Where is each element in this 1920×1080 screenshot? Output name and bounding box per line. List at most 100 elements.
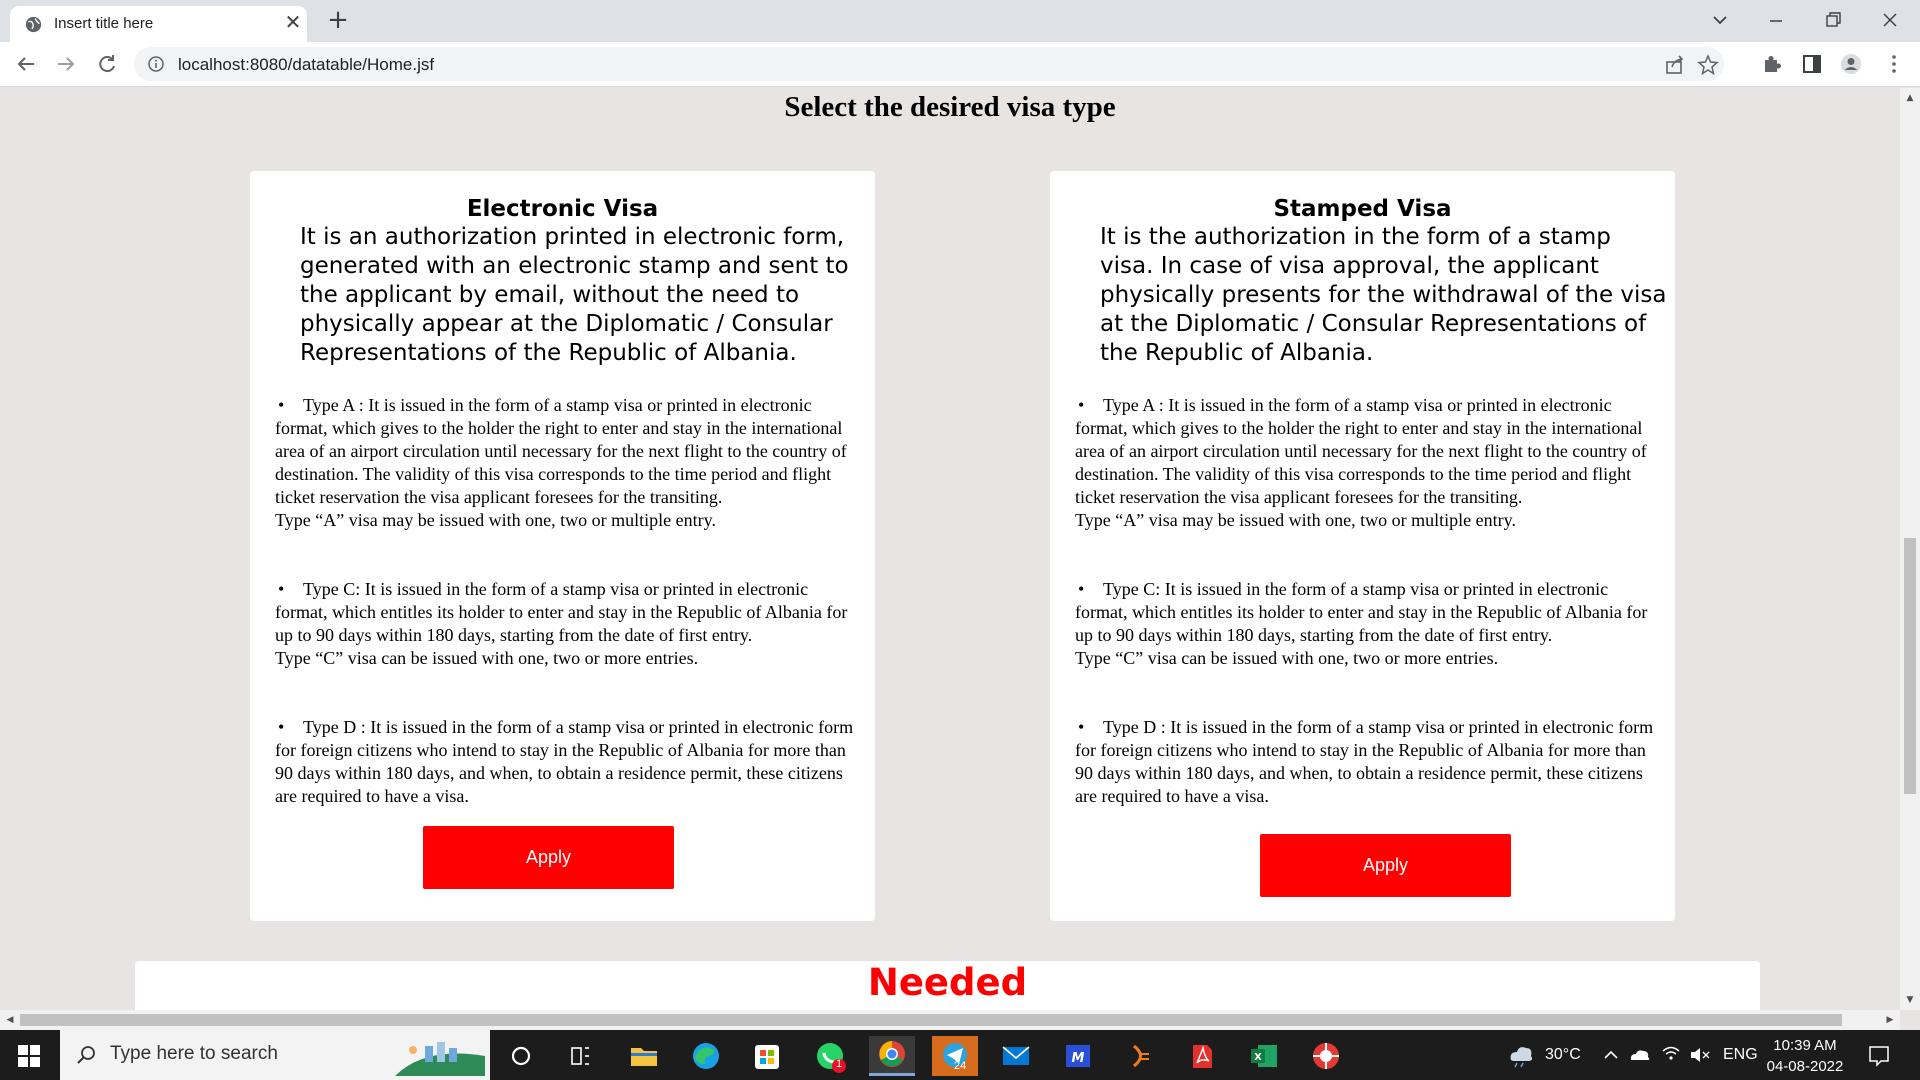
apply-stamped-visa-button[interactable]: Apply xyxy=(1260,834,1511,897)
visual-paradigm-icon[interactable]: M xyxy=(1055,1036,1101,1076)
visa-type-a-item: • Type A : It is issued in the form of a … xyxy=(1075,394,1660,532)
visa-type-text: Type A : It is issued in the form of a s… xyxy=(1075,395,1647,507)
browser-toolbar: localhost:8080/datatable/Home.jsf xyxy=(0,42,1920,87)
card-description: It is the authorization in the form of a… xyxy=(1100,224,1667,366)
visa-type-text: Type C: It is issued in the form of a st… xyxy=(275,579,848,645)
visa-type-d-item: • Type D : It is issued in the form of a … xyxy=(275,716,860,808)
stamped-visa-card: Stamped Visa It is the authorization in … xyxy=(1050,171,1675,921)
bullet-icon: • xyxy=(278,717,285,737)
scroll-right-arrow-icon[interactable]: ▶ xyxy=(1882,1010,1898,1030)
bookmark-star-icon[interactable] xyxy=(1697,54,1719,76)
search-placeholder: Type here to search xyxy=(110,1043,278,1064)
clock-date: 04-08-2022 xyxy=(1766,1058,1844,1075)
minimize-icon[interactable] xyxy=(1756,4,1796,36)
visa-type-note: Type “A” visa may be issued with one, tw… xyxy=(275,510,716,530)
wifi-icon[interactable] xyxy=(1660,1030,1682,1080)
windows-start-icon[interactable] xyxy=(18,1045,40,1067)
whatsapp-app[interactable]: 1 xyxy=(807,1036,853,1076)
mail-icon[interactable] xyxy=(993,1036,1039,1076)
whatsapp-badge: 1 xyxy=(836,1058,843,1070)
apply-electronic-visa-button[interactable]: Apply xyxy=(423,826,674,889)
electronic-visa-card: Electronic Visa It is an authorization p… xyxy=(250,171,875,921)
snipping-tool-icon[interactable] xyxy=(1303,1036,1349,1076)
profile-avatar-icon[interactable] xyxy=(1840,53,1862,75)
bullet-icon: • xyxy=(278,579,285,599)
needed-heading: Needed xyxy=(867,961,1028,1004)
bullet-icon: • xyxy=(1078,717,1085,737)
browser-tab[interactable]: Insert title here ✕ xyxy=(10,6,307,42)
reload-icon[interactable] xyxy=(91,48,123,80)
url-text[interactable]: localhost:8080/datatable/Home.jsf xyxy=(178,55,434,75)
bullet-icon: • xyxy=(278,395,285,415)
visa-type-note: Type “C” visa can be issued with one, tw… xyxy=(275,648,699,668)
temperature-text[interactable]: 30°C xyxy=(1545,1030,1581,1080)
share-icon[interactable] xyxy=(1664,54,1686,76)
visa-type-note: Type “C” visa can be issued with one, tw… xyxy=(1075,648,1499,668)
tab-strip: Insert title here ✕ + xyxy=(0,0,1920,42)
weather-cloud-icon[interactable] xyxy=(1505,1030,1535,1080)
needed-section: Needed xyxy=(135,961,1760,1010)
excel-icon[interactable]: X xyxy=(1241,1036,1287,1076)
card-title: Electronic Visa xyxy=(466,196,659,222)
horizontal-scrollbar[interactable]: ◀ ▶ xyxy=(0,1010,1900,1030)
search-icon xyxy=(77,1046,95,1064)
card-title: Stamped Visa xyxy=(1273,196,1452,222)
visa-type-text: Type C: It is issued in the form of a st… xyxy=(1075,579,1648,645)
svg-text:X: X xyxy=(1254,1052,1262,1063)
whatsapp-icon xyxy=(817,1043,846,1073)
file-explorer-icon[interactable] xyxy=(621,1036,667,1076)
info-icon[interactable] xyxy=(148,56,164,72)
eclipse-ide-icon[interactable] xyxy=(1117,1036,1163,1076)
scroll-down-arrow-icon[interactable]: ▼ xyxy=(1900,992,1920,1008)
input-language[interactable]: ENG xyxy=(1723,1030,1758,1080)
address-bar[interactable]: localhost:8080/datatable/Home.jsf xyxy=(134,47,1724,81)
visa-type-note: Type “A” visa may be issued with one, tw… xyxy=(1075,510,1516,530)
visa-type-text: Type D : It is issued in the form of a s… xyxy=(275,717,854,806)
taskbar-search-box[interactable]: Type here to search xyxy=(60,1030,490,1080)
notification-center-icon[interactable] xyxy=(1866,1030,1892,1080)
globe-icon xyxy=(25,16,42,33)
visa-type-text: Type D : It is issued in the form of a s… xyxy=(1075,717,1654,806)
svg-text:M: M xyxy=(1072,1051,1085,1066)
edge-browser-icon[interactable] xyxy=(683,1036,729,1076)
windows-taskbar: Type here to search 1 24 M X 30°C ENG 10… xyxy=(0,1030,1920,1080)
chrome-browser-icon[interactable] xyxy=(869,1036,915,1076)
card-description: It is an authorization printed in electr… xyxy=(300,224,849,366)
tab-title: Insert title here xyxy=(54,15,154,32)
cortana-icon[interactable] xyxy=(498,1036,544,1076)
horizontal-scroll-thumb[interactable] xyxy=(20,1014,1842,1026)
tab-search-chevron-icon[interactable] xyxy=(1700,4,1740,36)
bullet-icon: • xyxy=(1078,395,1085,415)
volume-muted-icon[interactable] xyxy=(1688,1030,1712,1080)
forward-arrow-icon[interactable] xyxy=(50,48,82,80)
side-panel-icon[interactable] xyxy=(1801,53,1823,75)
task-view-icon[interactable] xyxy=(557,1036,603,1076)
new-tab-button[interactable]: + xyxy=(324,6,352,34)
scroll-left-arrow-icon[interactable]: ◀ xyxy=(2,1010,18,1030)
visa-type-c-item: • Type C: It is issued in the form of a s… xyxy=(1075,578,1660,670)
tab-close-icon[interactable]: ✕ xyxy=(282,11,304,33)
onedrive-cloud-icon[interactable] xyxy=(1628,1030,1652,1080)
telegram-app[interactable]: 24 xyxy=(932,1036,978,1076)
show-hidden-icons-chevron-icon[interactable] xyxy=(1602,1030,1620,1080)
microsoft-store-icon[interactable] xyxy=(744,1036,790,1076)
visa-type-c-item: • Type C: It is issued in the form of a s… xyxy=(275,578,860,670)
acrobat-reader-icon[interactable] xyxy=(1179,1036,1225,1076)
page-title: Select the desired visa type xyxy=(784,91,1116,123)
visa-type-text: Type A : It is issued in the form of a s… xyxy=(275,395,847,507)
back-arrow-icon[interactable] xyxy=(10,48,42,80)
scroll-up-arrow-icon[interactable]: ▲ xyxy=(1900,90,1920,106)
clock-time: 10:39 AM xyxy=(1773,1037,1837,1054)
restore-icon[interactable] xyxy=(1813,4,1853,36)
menu-kebab-icon[interactable] xyxy=(1883,53,1905,75)
visa-type-d-item: • Type D : It is issued in the form of a … xyxy=(1075,716,1660,808)
visa-type-a-item: • Type A : It is issued in the form of a … xyxy=(275,394,860,532)
system-clock[interactable]: 10:39 AM 04-08-2022 xyxy=(1760,1035,1850,1077)
vertical-scroll-thumb[interactable] xyxy=(1904,538,1916,794)
extensions-puzzle-icon[interactable] xyxy=(1761,53,1783,75)
search-highlight-illustration-icon xyxy=(395,1042,485,1076)
telegram-badge: 24 xyxy=(954,1060,967,1072)
close-window-icon[interactable] xyxy=(1870,4,1910,36)
bullet-icon: • xyxy=(1078,579,1085,599)
vertical-scrollbar[interactable]: ▲ ▼ xyxy=(1900,88,1920,1010)
